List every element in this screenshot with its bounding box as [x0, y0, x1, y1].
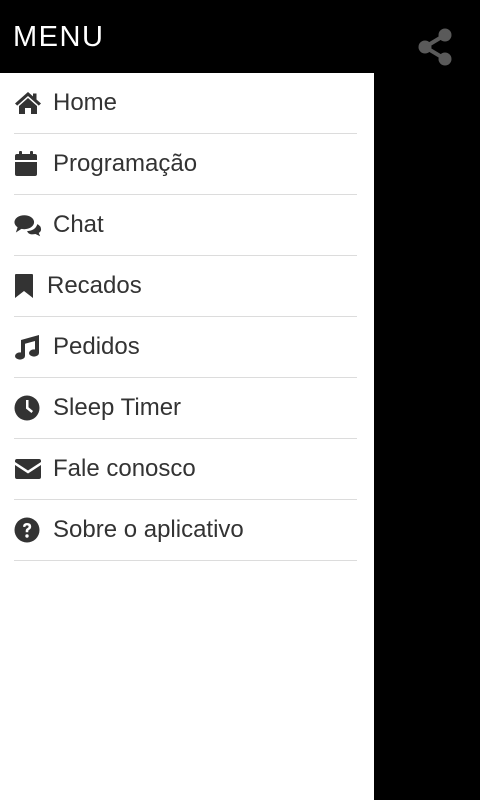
menu-item-label: Pedidos	[53, 333, 140, 360]
menu-item-fale-conosco[interactable]: Fale conosco	[14, 439, 357, 500]
menu-item-chat[interactable]: Chat	[14, 195, 357, 256]
menu-item-label: Programação	[53, 150, 198, 177]
menu-item-label: Sleep Timer	[53, 394, 182, 421]
home-icon	[14, 89, 42, 117]
menu-item-label: Chat	[53, 211, 104, 238]
envelope-icon	[14, 455, 42, 483]
help-circle-icon	[14, 516, 42, 544]
drawer-title: MENU	[13, 21, 105, 53]
bookmark-icon	[14, 272, 36, 300]
menu-list: Home Programação Chat Recados Pedidos Sl…	[0, 73, 374, 561]
menu-item-sobre[interactable]: Sobre o aplicativo	[14, 500, 357, 561]
drawer-header: MENU	[0, 0, 374, 73]
menu-item-recados[interactable]: Recados	[14, 256, 357, 317]
menu-item-label: Sobre o aplicativo	[53, 516, 244, 543]
menu-item-pedidos[interactable]: Pedidos	[14, 317, 357, 378]
share-button[interactable]	[412, 24, 458, 70]
navigation-drawer: MENU Home Programação Chat Recados Pedid…	[0, 0, 374, 800]
clock-icon	[14, 394, 42, 422]
menu-item-home[interactable]: Home	[14, 73, 357, 134]
menu-item-programacao[interactable]: Programação	[14, 134, 357, 195]
share-icon	[418, 28, 452, 66]
calendar-icon	[14, 150, 42, 178]
chat-icon	[14, 211, 42, 239]
menu-item-label: Recados	[47, 272, 142, 299]
menu-item-label: Home	[53, 89, 118, 116]
music-note-icon	[14, 333, 42, 361]
menu-item-sleep-timer[interactable]: Sleep Timer	[14, 378, 357, 439]
menu-item-label: Fale conosco	[53, 455, 196, 482]
